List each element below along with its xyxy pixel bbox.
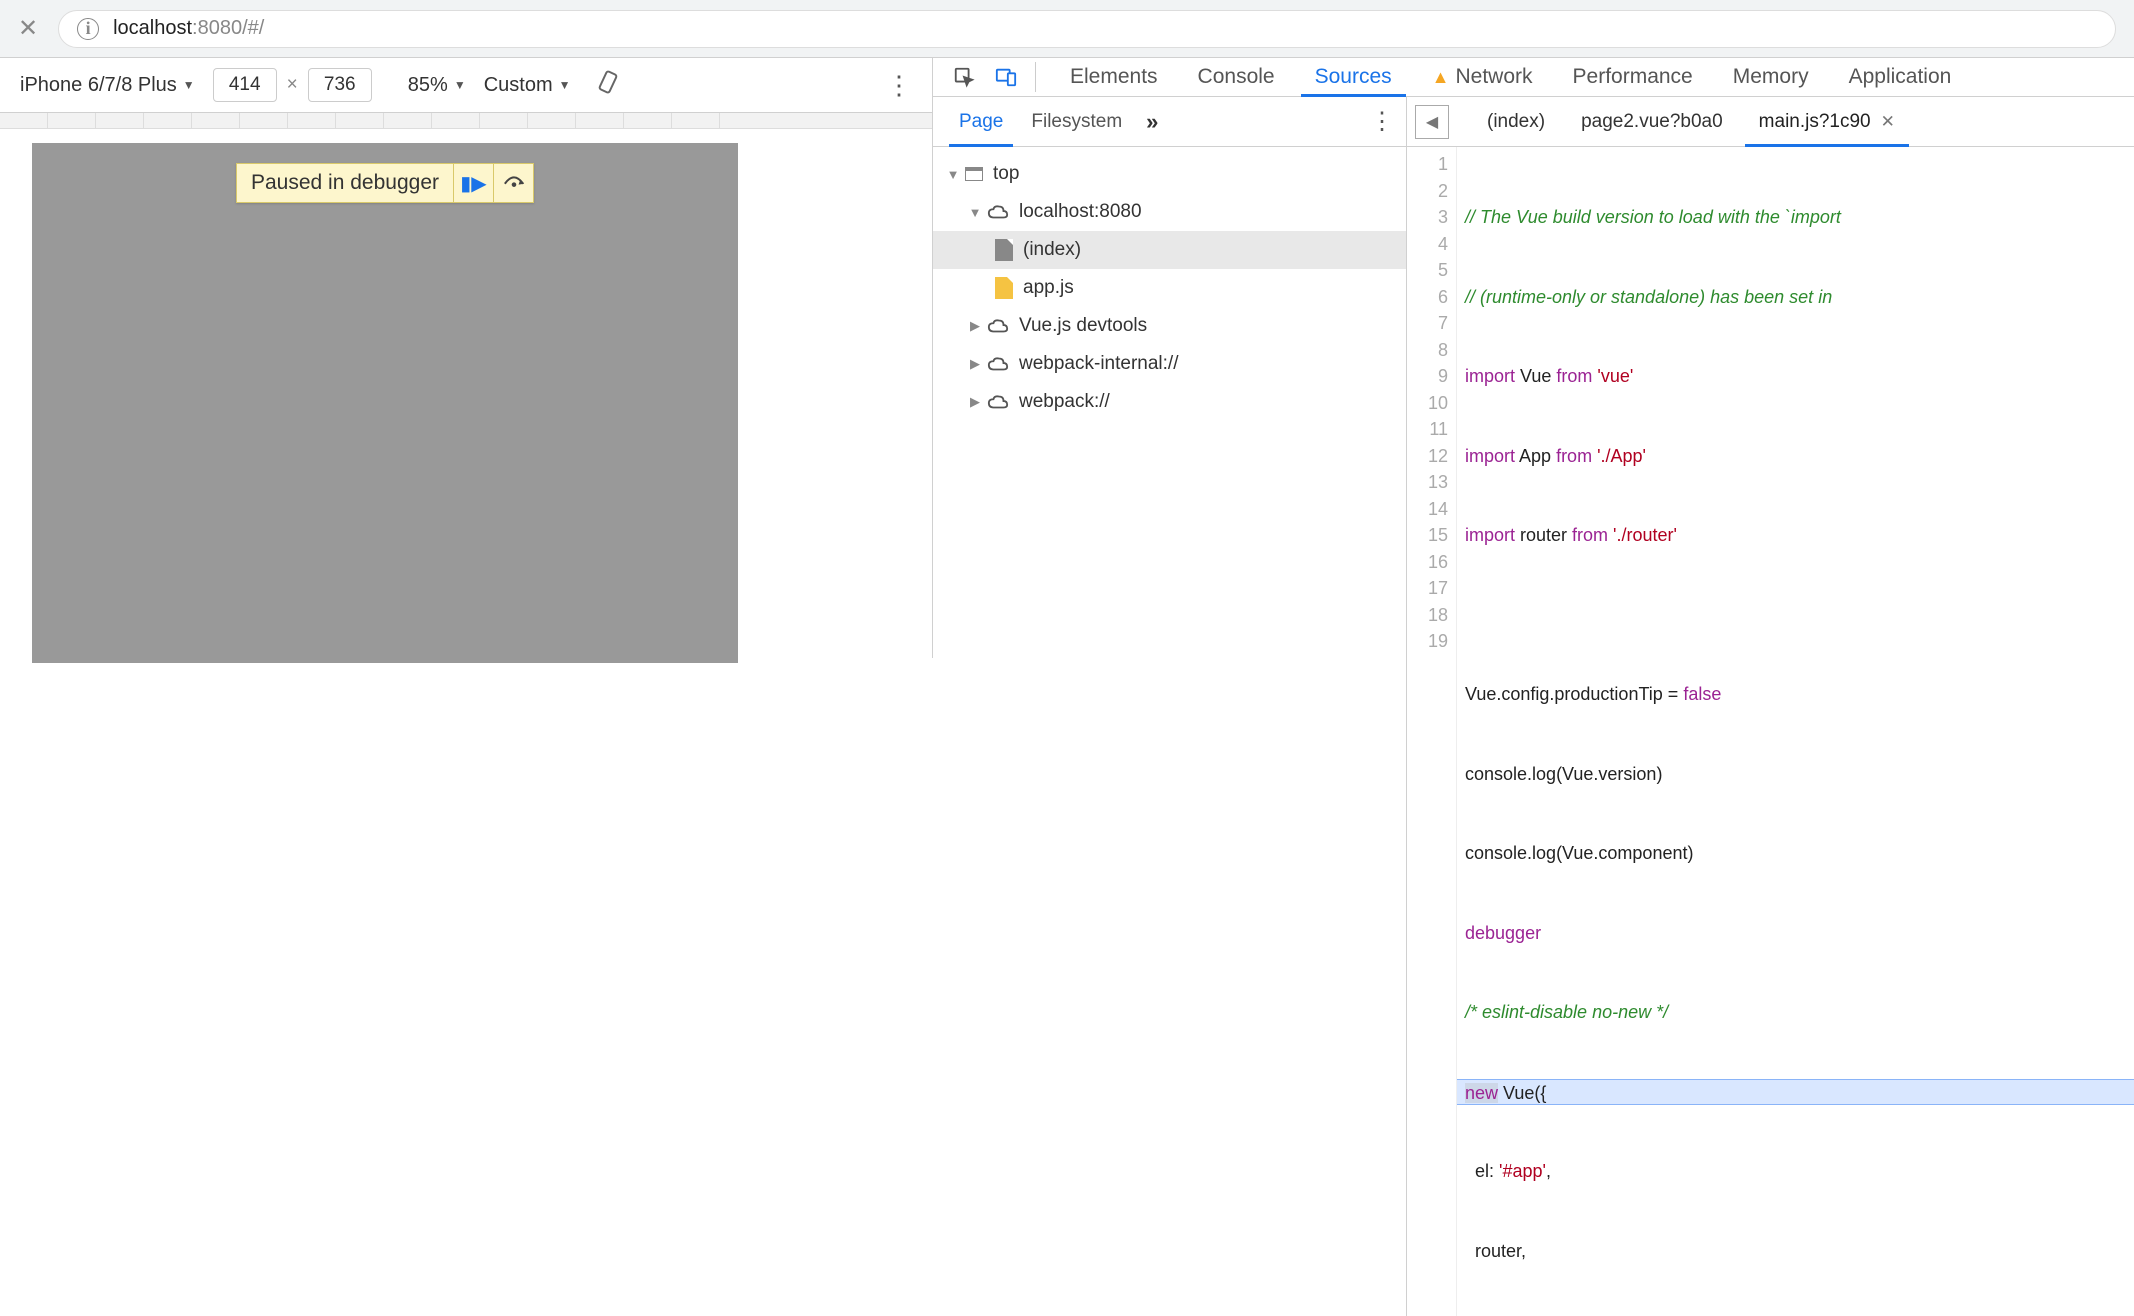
- play-icon: ▮▶: [460, 171, 486, 196]
- device-name-label: iPhone 6/7/8 Plus: [20, 74, 177, 97]
- step-over-button[interactable]: [493, 164, 533, 202]
- overflow-icon[interactable]: »: [1146, 109, 1158, 135]
- more-icon[interactable]: ⋮: [886, 70, 912, 101]
- cloud-icon: [987, 394, 1009, 410]
- devtools-tabbar: Elements Console Sources ▲Network Perfor…: [933, 58, 2134, 97]
- paused-label: Paused in debugger: [237, 171, 453, 195]
- sources-subtabs: Page Filesystem » ⋮: [933, 97, 1406, 147]
- tree-file-appjs[interactable]: app.js: [933, 269, 1406, 307]
- device-emulator: iPhone 6/7/8 Plus ▼ × 85% ▼ Custom ▼ ⋮: [0, 58, 933, 658]
- sources-navigator: Page Filesystem » ⋮ top localhost:8080 (…: [933, 97, 1407, 1316]
- device-height-input[interactable]: [308, 68, 372, 102]
- simulated-page[interactable]: Paused in debugger ▮▶: [32, 143, 738, 663]
- chevron-down-icon: ▼: [454, 78, 466, 92]
- cloud-icon: [987, 356, 1009, 372]
- tree-vue-devtools[interactable]: Vue.js devtools: [933, 307, 1406, 345]
- inspect-element-icon[interactable]: [945, 58, 983, 96]
- tree-webpack[interactable]: webpack://: [933, 383, 1406, 421]
- toggle-device-icon[interactable]: [987, 58, 1025, 96]
- device-viewport: Paused in debugger ▮▶: [0, 113, 932, 658]
- filetab-index[interactable]: (index): [1469, 97, 1563, 146]
- tab-console[interactable]: Console: [1178, 58, 1295, 96]
- more-icon[interactable]: ⋮: [1370, 107, 1394, 136]
- subtab-page[interactable]: Page: [945, 97, 1017, 146]
- code-lines: // The Vue build version to load with th…: [1457, 147, 2134, 1316]
- close-icon[interactable]: ✕: [18, 14, 38, 43]
- tree-host[interactable]: localhost:8080: [933, 193, 1406, 231]
- subtab-filesystem[interactable]: Filesystem: [1017, 97, 1136, 146]
- tab-memory[interactable]: Memory: [1713, 58, 1829, 96]
- tree-webpack-internal[interactable]: webpack-internal://: [933, 345, 1406, 383]
- tab-elements[interactable]: Elements: [1050, 58, 1178, 96]
- ruler: [0, 113, 932, 129]
- chevron-down-icon: ▼: [559, 78, 571, 92]
- url-path: :8080/#/: [192, 17, 264, 40]
- line-gutter: 12345678910111213141516171819: [1407, 147, 1457, 1316]
- code-area[interactable]: 12345678910111213141516171819 // The Vue…: [1407, 147, 2134, 1316]
- chevron-down-icon: ▼: [183, 78, 195, 92]
- tab-network[interactable]: ▲Network: [1412, 58, 1553, 96]
- zoom-select[interactable]: 85% ▼: [408, 74, 466, 97]
- tree-file-index[interactable]: (index): [933, 231, 1406, 269]
- cloud-icon: [987, 204, 1009, 220]
- url-host: localhost: [113, 17, 192, 40]
- nav-back-icon[interactable]: ◀: [1415, 105, 1449, 139]
- editor-tabs: ◀ (index) page2.vue?b0a0 main.js?1c90✕: [1407, 97, 2134, 147]
- browser-address-bar: ✕ i localhost:8080/#/: [0, 0, 2134, 58]
- warning-icon: ▲: [1432, 67, 1450, 88]
- js-file-icon: [995, 277, 1013, 299]
- file-tree: top localhost:8080 (index) app.js Vue.js…: [933, 147, 1406, 1316]
- resume-button[interactable]: ▮▶: [453, 164, 493, 202]
- paused-overlay: Paused in debugger ▮▶: [236, 163, 534, 203]
- tab-performance[interactable]: Performance: [1553, 58, 1713, 96]
- throttle-label: Custom: [484, 74, 553, 97]
- device-width-input[interactable]: [213, 68, 277, 102]
- tree-top[interactable]: top: [933, 155, 1406, 193]
- filetab-main[interactable]: main.js?1c90✕: [1741, 97, 1913, 146]
- device-toolbar: iPhone 6/7/8 Plus ▼ × 85% ▼ Custom ▼ ⋮: [0, 58, 932, 113]
- devtools-panel: Elements Console Sources ▲Network Perfor…: [933, 58, 2134, 658]
- tab-application[interactable]: Application: [1829, 58, 1972, 96]
- window-icon: [965, 167, 983, 181]
- device-select[interactable]: iPhone 6/7/8 Plus ▼: [20, 74, 195, 97]
- dimension-separator: ×: [287, 74, 298, 96]
- filetab-page2[interactable]: page2.vue?b0a0: [1563, 97, 1741, 146]
- cloud-icon: [987, 318, 1009, 334]
- step-over-icon: [503, 171, 525, 195]
- code-editor: ◀ (index) page2.vue?b0a0 main.js?1c90✕ 1…: [1407, 97, 2134, 1316]
- file-icon: [995, 239, 1013, 261]
- throttle-select[interactable]: Custom ▼: [484, 74, 571, 97]
- rotate-icon[interactable]: [595, 69, 621, 101]
- info-icon[interactable]: i: [77, 18, 99, 40]
- tab-sources[interactable]: Sources: [1295, 58, 1412, 96]
- close-icon[interactable]: ✕: [1881, 112, 1895, 132]
- url-input[interactable]: i localhost:8080/#/: [58, 10, 2116, 48]
- zoom-label: 85%: [408, 74, 448, 97]
